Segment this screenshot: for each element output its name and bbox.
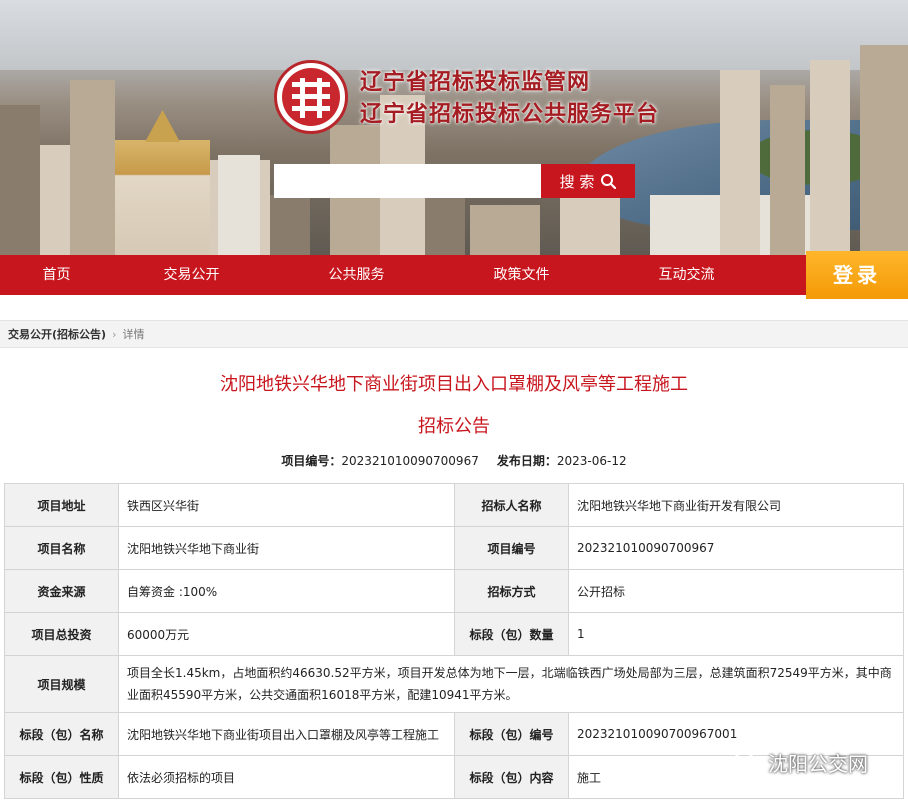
search-input[interactable] xyxy=(274,164,541,198)
table-row: 项目总投资 60000万元 标段（包）数量 1 xyxy=(4,612,904,656)
table-label-cell: 招标人名称 xyxy=(454,483,569,527)
banner-building xyxy=(860,45,908,255)
nav-item-trading[interactable]: 交易公开 xyxy=(135,255,248,295)
wechat-icon xyxy=(733,751,761,773)
table-value-cell: 铁西区兴华街 xyxy=(118,483,455,527)
table-row: 项目地址 铁西区兴华街 招标人名称 沈阳地铁兴华地下商业街开发有限公司 xyxy=(4,483,904,527)
nav-item-home[interactable]: 首页 xyxy=(0,255,113,295)
project-no-label: 项目编号： xyxy=(281,454,342,468)
document-meta: 项目编号：202321010090700967 发布日期：2023-06-12 xyxy=(0,452,908,469)
banner-landmark-tower xyxy=(115,140,210,255)
site-logo[interactable] xyxy=(274,60,348,134)
banner-building xyxy=(810,60,850,255)
table-row: 项目规模 项目全长1.45km，占地面积约46630.52平方米，项目开发总体为… xyxy=(4,655,904,713)
banner-building xyxy=(720,70,760,255)
banner-building xyxy=(770,85,805,255)
nav-item-policy[interactable]: 政策文件 xyxy=(465,255,578,295)
watermark: 沈阳公交网 xyxy=(732,748,868,777)
table-label-cell: 项目总投资 xyxy=(4,612,119,656)
project-no-value: 202321010090700967 xyxy=(341,454,479,468)
table-label-cell: 标段（包）编号 xyxy=(454,712,569,756)
table-label-cell: 标段（包）数量 xyxy=(454,612,569,656)
banner-building xyxy=(218,155,260,255)
breadcrumb-parent[interactable]: 交易公开(招标公告) xyxy=(8,328,106,341)
search-button-label: 搜 索 xyxy=(559,172,595,191)
publish-date-label: 发布日期： xyxy=(496,454,557,468)
table-value-cell: 202321010090700967 xyxy=(568,526,904,570)
table-row: 项目名称 沈阳地铁兴华地下商业街 项目编号 202321010090700967 xyxy=(4,526,904,570)
table-label-cell: 项目名称 xyxy=(4,526,119,570)
breadcrumb-separator: › xyxy=(112,328,117,341)
main-nav: 首页 交易公开 公共服务 政策文件 互动交流 xyxy=(0,255,908,295)
table-value-cell: 项目全长1.45km，占地面积约46630.52平方米，项目开发总体为地下一层，… xyxy=(118,655,904,713)
table-value-cell: 公开招标 xyxy=(568,569,904,613)
table-label-cell: 标段（包）性质 xyxy=(4,755,119,799)
page-title: 沈阳地铁兴华地下商业街项目出入口罩棚及风亭等工程施工 xyxy=(220,374,688,395)
search-button[interactable]: 搜 索 xyxy=(541,164,635,198)
table-value-cell: 依法必须招标的项目 xyxy=(118,755,455,799)
table-label-cell: 招标方式 xyxy=(454,569,569,613)
banner-building xyxy=(0,105,40,255)
search-icon xyxy=(601,174,617,189)
table-value-cell: 沈阳地铁兴华地下商业街开发有限公司 xyxy=(568,483,904,527)
header-banner: 辽宁省招标投标监管网 辽宁省招标投标公共服务平台 xyxy=(0,0,908,255)
banner-building xyxy=(470,205,540,255)
banner-building xyxy=(70,80,115,255)
breadcrumb: 交易公开(招标公告) › 详情 xyxy=(0,320,908,348)
logo-emblem-icon xyxy=(282,68,340,126)
table-value-cell: 自筹资金 :100% xyxy=(118,569,455,613)
site-title: 辽宁省招标投标监管网 xyxy=(360,70,591,95)
table-value-cell: 沈阳地铁兴华地下商业街 xyxy=(118,526,455,570)
breadcrumb-current: 详情 xyxy=(122,328,145,341)
publish-date-value: 2023-06-12 xyxy=(556,454,627,468)
site-subtitle: 辽宁省招标投标公共服务平台 xyxy=(360,102,660,127)
nav-item-interaction[interactable]: 互动交流 xyxy=(630,255,743,295)
table-label-cell: 项目地址 xyxy=(4,483,119,527)
table-value-cell: 沈阳地铁兴华地下商业街项目出入口罩棚及风亭等工程施工 xyxy=(118,712,455,756)
page-subtitle: 招标公告 xyxy=(418,416,490,437)
nav-item-public-service[interactable]: 公共服务 xyxy=(300,255,413,295)
table-label-cell: 标段（包）内容 xyxy=(454,755,569,799)
banner-building xyxy=(270,195,310,255)
table-label-cell: 资金来源 xyxy=(4,569,119,613)
login-button[interactable]: 登录 xyxy=(806,251,908,299)
banner-building xyxy=(40,145,70,255)
watermark-text: 沈阳公交网 xyxy=(768,752,868,776)
table-label-cell: 项目编号 xyxy=(454,526,569,570)
table-label-cell: 标段（包）名称 xyxy=(4,712,119,756)
table-row: 资金来源 自筹资金 :100% 招标方式 公开招标 xyxy=(4,569,904,613)
table-value-cell: 60000万元 xyxy=(118,612,455,656)
banner-sky xyxy=(0,0,908,70)
table-label-cell: 项目规模 xyxy=(4,655,119,713)
table-value-cell: 1 xyxy=(568,612,904,656)
